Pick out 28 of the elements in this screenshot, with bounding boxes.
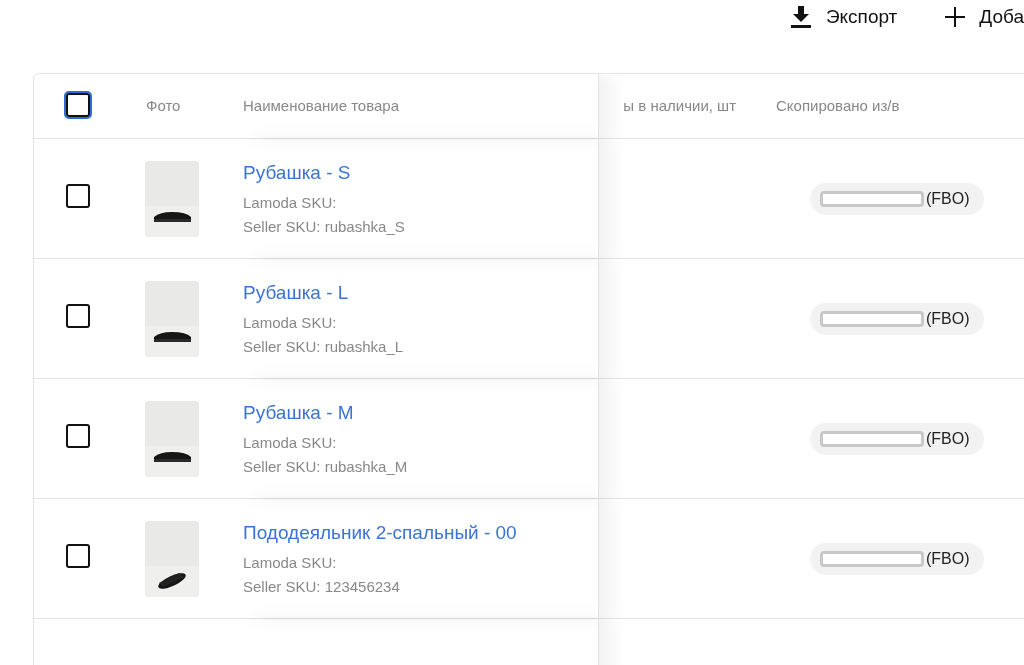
seller-sku: Seller SKU: rubashka_M	[243, 457, 408, 476]
seller-sku: Seller SKU: 123456234	[243, 577, 401, 596]
seller-sku: Seller SKU: rubashka_L	[243, 337, 404, 356]
checkbox[interactable]	[66, 424, 90, 448]
column-header: ы в наличии, шт	[623, 97, 736, 114]
export-button[interactable]: Экспорт	[789, 3, 898, 31]
download-icon	[789, 5, 812, 29]
checkbox[interactable]	[66, 184, 90, 208]
product-link[interactable]: Рубашка - M	[243, 401, 354, 425]
column-header: Скопировано из/в	[776, 95, 901, 116]
lamoda-sku: Lamoda SKU:	[243, 553, 338, 572]
lamoda-sku: Lamoda SKU:	[243, 193, 338, 212]
product-link[interactable]: Рубашка - L	[243, 281, 349, 305]
column-header: Наименование товара	[243, 95, 400, 116]
plus-icon	[945, 7, 966, 27]
product-link[interactable]: Рубашка - S	[243, 161, 351, 185]
seller-sku: Seller SKU: rubashka_S	[243, 217, 405, 236]
add-button[interactable]: Доба	[945, 3, 1024, 31]
checkbox[interactable]	[66, 304, 90, 328]
lamoda-sku: Lamoda SKU:	[243, 313, 338, 332]
source-label: (FBO)	[926, 308, 970, 329]
source-label: (FBO)	[926, 188, 970, 209]
source-label: (FBO)	[926, 548, 970, 569]
column-header: Фото	[145, 95, 182, 116]
product-link[interactable]: Пододеяльник 2-спальный - 00	[243, 521, 517, 545]
lamoda-sku: Lamoda SKU:	[243, 433, 338, 452]
source-label: (FBO)	[926, 428, 970, 449]
checkbox[interactable]	[66, 544, 90, 568]
